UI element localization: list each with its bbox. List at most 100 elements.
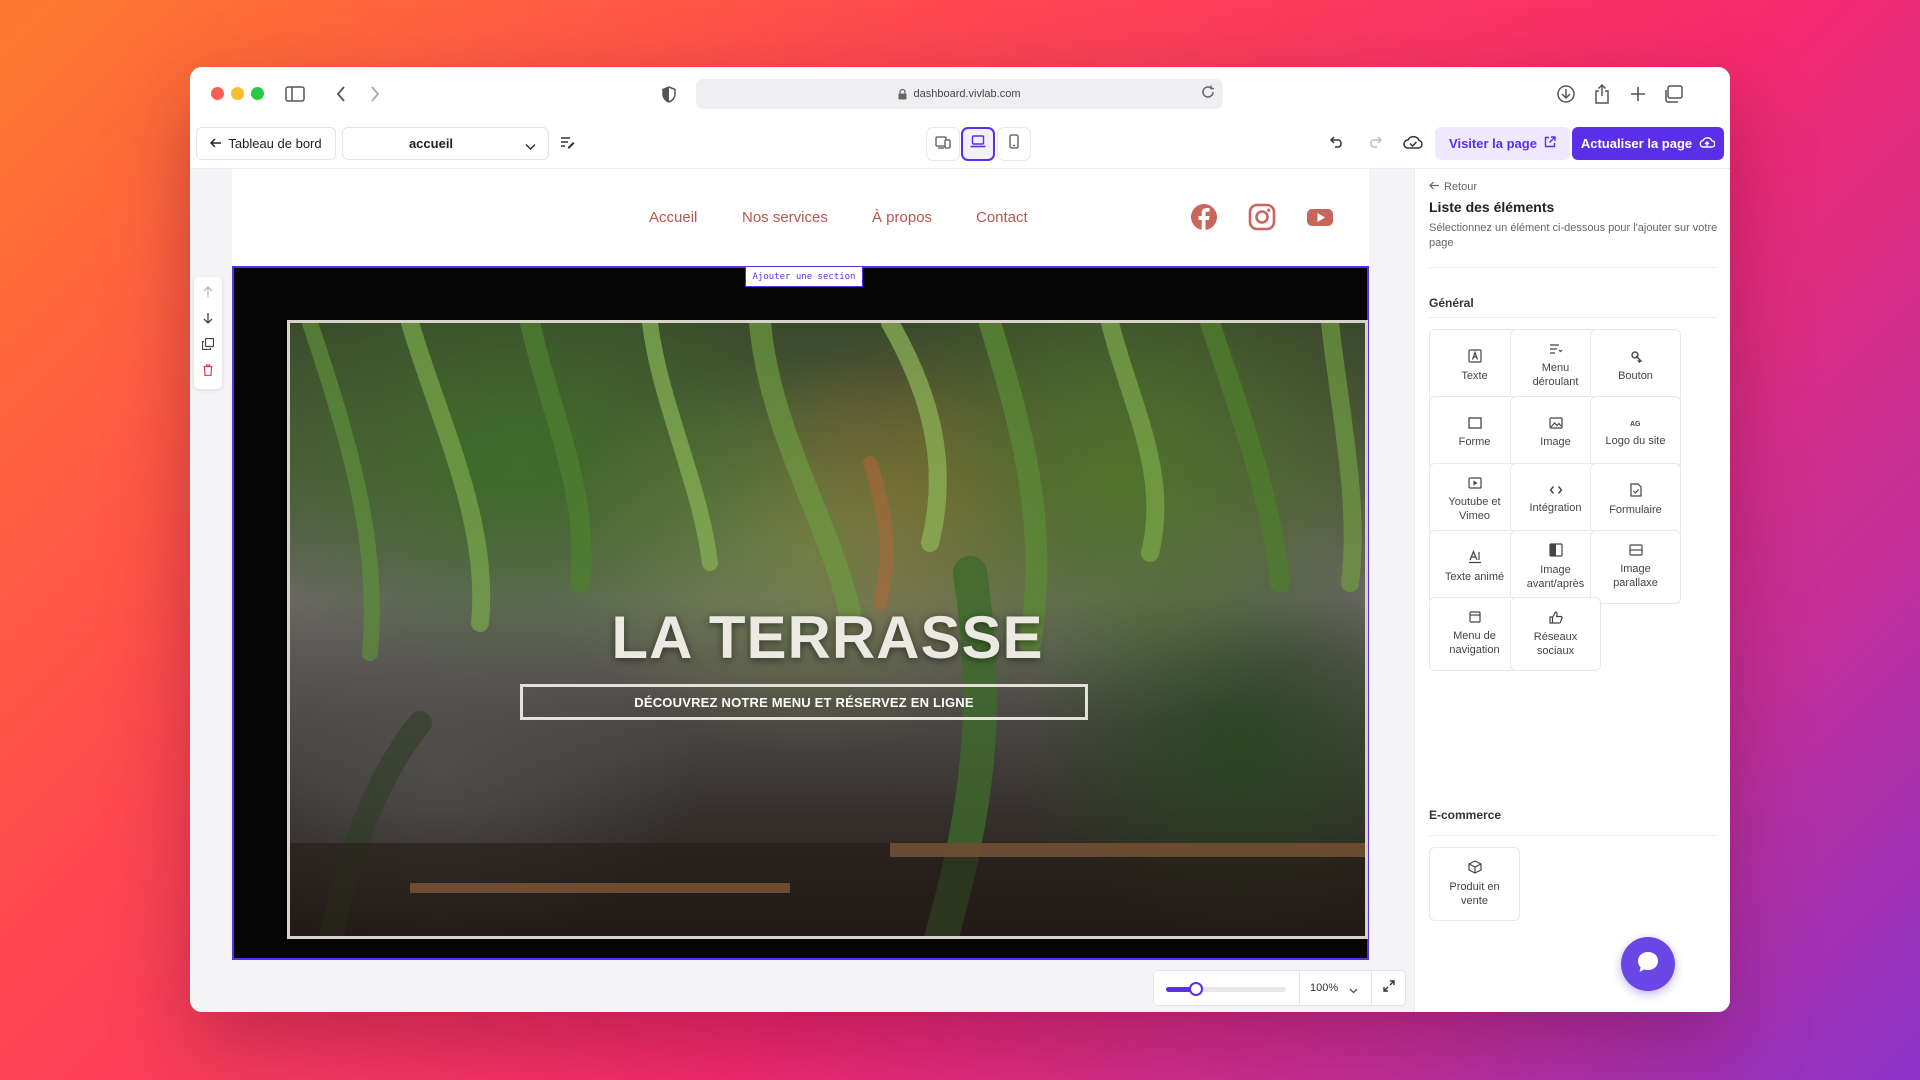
download-icon[interactable]: [1553, 81, 1579, 107]
device-laptop-button[interactable]: [961, 127, 995, 161]
minimize-window-button[interactable]: [231, 87, 244, 100]
lock-icon: [898, 88, 907, 99]
hero-section[interactable]: Ajouter une section LA TERRASSE DÉCOUVRE…: [232, 266, 1369, 960]
hero-cta-button[interactable]: DÉCOUVREZ NOTRE MENU ET RÉSERVEZ EN LIGN…: [520, 684, 1088, 720]
element-card[interactable]: Image: [1510, 396, 1601, 470]
divider: [1429, 317, 1717, 318]
cloud-check-icon: [1403, 135, 1423, 152]
sidebar-toggle-icon[interactable]: [282, 81, 308, 107]
site-nav-a-propos[interactable]: À propos: [872, 209, 932, 226]
undo-button[interactable]: [1322, 127, 1352, 160]
redo-icon: [1368, 136, 1383, 151]
arrow-down-icon[interactable]: [203, 311, 213, 329]
before-after-icon: [1548, 543, 1563, 557]
section-title-general: Général: [1429, 296, 1474, 310]
arrow-left-icon: [210, 136, 222, 151]
visit-page-button[interactable]: Visiter la page: [1435, 127, 1570, 160]
element-card[interactable]: Menu de navigation: [1429, 597, 1520, 671]
external-link-icon: [1544, 136, 1556, 151]
dashboard-back-button[interactable]: Tableau de bord: [196, 127, 336, 160]
arrow-left-icon: [1429, 181, 1440, 193]
dashboard-back-label: Tableau de bord: [228, 136, 322, 151]
element-card[interactable]: Forme: [1429, 396, 1520, 470]
element-card-label: Logo du site: [1605, 435, 1666, 447]
device-desktop-tablet-button[interactable]: [926, 127, 960, 161]
responsive-devices-icon: [935, 135, 951, 154]
parallax-icon: [1628, 544, 1643, 556]
divider: [1429, 835, 1717, 836]
trash-icon[interactable]: [203, 363, 213, 381]
element-card[interactable]: Texte animé: [1429, 530, 1520, 604]
button-icon: [1629, 349, 1643, 363]
arrow-up-icon[interactable]: [203, 285, 213, 303]
panel-subtitle: Sélectionnez un élément ci-dessous pour …: [1429, 222, 1718, 249]
youtube-icon[interactable]: [1306, 203, 1336, 233]
element-card[interactable]: Produit en vente: [1429, 847, 1520, 921]
svg-text:AG: AG: [1630, 421, 1641, 428]
facebook-icon[interactable]: [1190, 203, 1220, 233]
chat-support-button[interactable]: [1621, 937, 1675, 991]
expand-icon: [1382, 979, 1395, 997]
element-card-label: Youtube et Vimeo: [1448, 496, 1501, 522]
element-card-label: Image: [1540, 436, 1571, 448]
element-card[interactable]: Intégration: [1510, 463, 1601, 537]
hero-title[interactable]: LA TERRASSE: [290, 603, 1365, 672]
element-card[interactable]: Réseaux sociaux: [1510, 597, 1601, 671]
chevron-right-icon[interactable]: [362, 81, 388, 107]
page-settings-button[interactable]: [552, 127, 582, 160]
divider: [1429, 267, 1717, 268]
shield-icon[interactable]: [656, 81, 682, 107]
logo-icon: AG: [1629, 418, 1643, 428]
section-title-ecommerce: E-commerce: [1429, 808, 1502, 822]
element-card-label: Menu déroulant: [1532, 362, 1579, 388]
cloud-upload-icon: [1699, 136, 1716, 151]
duplicate-icon[interactable]: [201, 337, 215, 355]
chevron-left-icon[interactable]: [328, 81, 354, 107]
device-mobile-button[interactable]: [997, 127, 1031, 161]
site-preview: Accueil Nos services À propos Contact Aj…: [232, 169, 1369, 960]
panel-back-link[interactable]: Retour: [1429, 181, 1477, 193]
zoom-slider[interactable]: [1166, 982, 1286, 996]
update-page-label: Actualiser la page: [1580, 136, 1693, 151]
zoom-select[interactable]: 100%: [1299, 971, 1364, 1005]
site-nav-contact[interactable]: Contact: [976, 209, 1028, 226]
maximize-window-button[interactable]: [251, 87, 264, 100]
panel-title: Liste des éléments: [1429, 199, 1555, 215]
text-icon: [1467, 349, 1482, 363]
dropdown-menu-icon: [1549, 343, 1563, 355]
page-select-value: accueil: [408, 136, 454, 151]
page-settings-icon: [560, 136, 575, 152]
new-tab-icon[interactable]: [1625, 81, 1651, 107]
hero-background-image[interactable]: LA TERRASSE DÉCOUVREZ NOTRE MENU ET RÉSE…: [287, 320, 1368, 939]
reload-icon[interactable]: [1201, 85, 1215, 102]
redo-button[interactable]: [1360, 127, 1390, 160]
zoom-value: 100%: [1310, 982, 1339, 994]
zoom-control: 100%: [1153, 970, 1406, 1006]
element-card[interactable]: Image parallaxe: [1590, 530, 1681, 604]
site-nav-services[interactable]: Nos services: [742, 209, 828, 226]
element-card[interactable]: AG Logo du site: [1590, 396, 1681, 470]
cloud-save-button[interactable]: [1398, 127, 1428, 160]
page-select[interactable]: accueil: [342, 127, 549, 160]
element-card[interactable]: Formulaire: [1590, 463, 1681, 537]
element-card-label: Image parallaxe: [1613, 563, 1658, 589]
add-section-button[interactable]: Ajouter une section: [745, 266, 863, 287]
share-icon[interactable]: [1589, 81, 1615, 107]
instagram-icon[interactable]: [1248, 203, 1278, 233]
address-bar[interactable]: dashboard.vivlab.com: [696, 79, 1223, 109]
close-window-button[interactable]: [211, 87, 224, 100]
element-card[interactable]: Bouton: [1590, 329, 1681, 403]
element-card-label: Menu de navigation: [1449, 630, 1500, 656]
section-tools: [194, 277, 222, 389]
fullscreen-button[interactable]: [1371, 971, 1405, 1005]
element-card[interactable]: Image avant/après: [1510, 530, 1601, 604]
zoom-slider-handle[interactable]: [1189, 982, 1203, 996]
url-text: dashboard.vivlab.com: [913, 88, 1021, 100]
update-page-button[interactable]: Actualiser la page: [1572, 127, 1724, 160]
element-card[interactable]: Youtube et Vimeo: [1429, 463, 1520, 537]
tabs-overview-icon[interactable]: [1660, 81, 1686, 107]
element-card[interactable]: Menu déroulant: [1510, 329, 1601, 403]
editor-toolbar: Tableau de bord accueil Visiter la page …: [190, 119, 1730, 169]
site-nav-accueil[interactable]: Accueil: [649, 209, 697, 226]
element-card[interactable]: Texte: [1429, 329, 1520, 403]
